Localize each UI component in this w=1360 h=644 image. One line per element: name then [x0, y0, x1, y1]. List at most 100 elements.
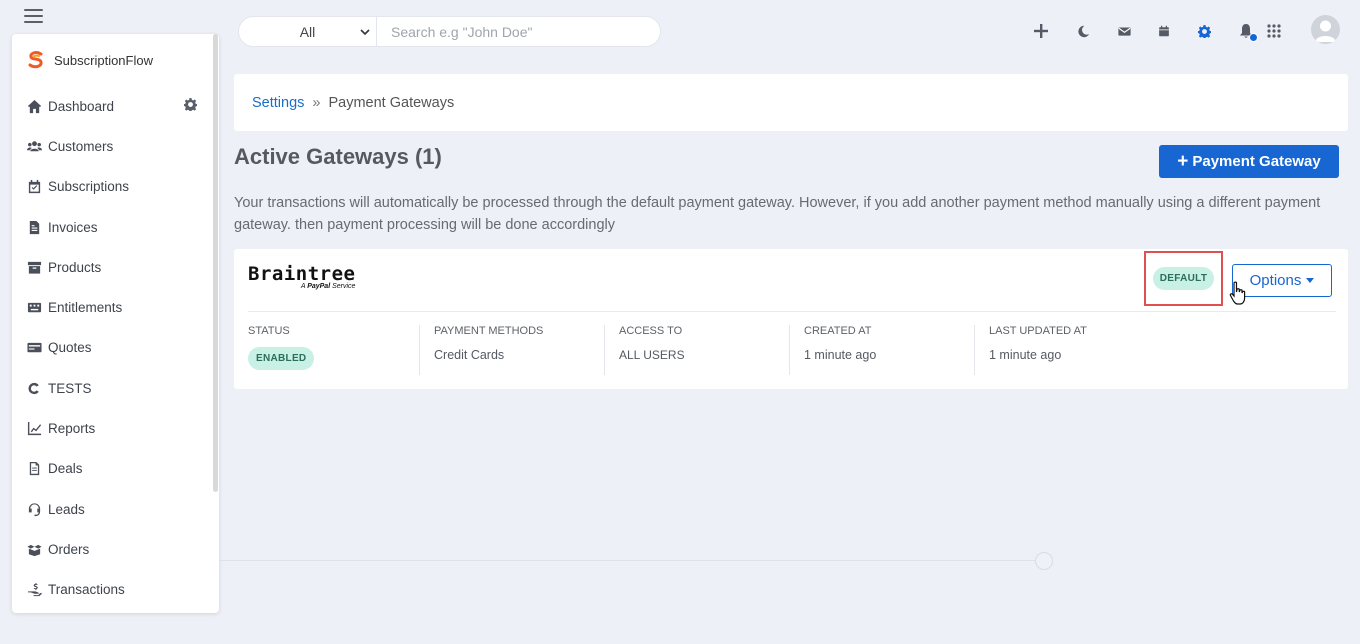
braintree-logo: Braintree A PayPal Service: [248, 263, 355, 290]
mail-icon[interactable]: [1115, 22, 1133, 40]
search-bar: All: [238, 16, 661, 47]
headset-icon: [26, 501, 42, 517]
status-label: STATUS: [248, 325, 290, 337]
sidebar-item-label: Reports: [48, 421, 96, 437]
sidebar-item-invoices[interactable]: Invoices: [12, 207, 219, 247]
avatar[interactable]: [1311, 15, 1340, 44]
background-divider: [219, 560, 1039, 561]
created-at-column: CREATED AT 1 minute ago: [789, 325, 974, 375]
breadcrumb-separator: »: [312, 94, 321, 111]
sidebar-item-label: Quotes: [48, 340, 92, 356]
sidebar-item-reports[interactable]: Reports: [12, 408, 219, 448]
hand-dollar-icon: [26, 582, 42, 598]
add-payment-gateway-button[interactable]: + Payment Gateway: [1159, 145, 1339, 178]
default-badge: DEFAULT: [1152, 267, 1215, 290]
breadcrumb: Settings » Payment Gateways: [234, 74, 1348, 131]
status-column: STATUS ENABLED: [234, 325, 419, 375]
sidebar-item-label: Subscriptions: [48, 179, 130, 195]
sidebar-item-dashboard[interactable]: Dashboard: [12, 86, 219, 126]
payment-methods-column: PAYMENT METHODS Credit Cards: [419, 325, 604, 375]
payment-methods-label: PAYMENT METHODS: [434, 325, 544, 337]
moon-icon[interactable]: [1074, 22, 1092, 40]
sidebar-item-entitlements[interactable]: Entitlements: [12, 287, 219, 327]
sidebar: SubscriptionFlow Dashboard Customers Sub…: [12, 34, 219, 613]
logo-tagline-suffix: Service: [332, 283, 356, 290]
top-toolbar: [1020, 15, 1360, 46]
sidebar-item-label: Orders: [48, 541, 90, 557]
invoice-icon: [26, 219, 42, 235]
add-payment-gateway-label: Payment Gateway: [1192, 153, 1321, 170]
last-updated-label: LAST UPDATED AT: [989, 325, 1087, 337]
calendar-icon[interactable]: [1155, 22, 1173, 40]
chart-line-icon: [26, 421, 42, 437]
chevron-down-icon: [360, 29, 370, 36]
sidebar-item-label: Leads: [48, 501, 85, 517]
search-scope-select[interactable]: All: [239, 17, 377, 46]
user-avatar-icon: [1315, 20, 1336, 42]
users-icon: [26, 138, 42, 154]
braintree-logo-name: Braintree: [248, 263, 356, 285]
home-icon: [26, 98, 42, 114]
sidebar-item-label: Products: [48, 259, 102, 275]
default-highlight-box: DEFAULT: [1144, 251, 1223, 306]
payment-methods-value: Credit Cards: [434, 348, 505, 362]
breadcrumb-settings-link[interactable]: Settings: [252, 95, 304, 111]
sidebar-item-label: Invoices: [48, 219, 98, 235]
sidebar-item-leads[interactable]: Leads: [12, 489, 219, 529]
sidebar-item-products[interactable]: Products: [12, 247, 219, 287]
bell-icon[interactable]: [1237, 22, 1258, 42]
options-label: Options: [1249, 272, 1302, 289]
sidebar-item-label: Dashboard: [48, 98, 115, 114]
sidebar-item-label: TESTS: [48, 380, 92, 396]
access-to-column: ACCESS TO ALL USERS: [604, 325, 789, 375]
keyboard-icon: [26, 300, 42, 316]
last-updated-column: LAST UPDATED AT 1 minute ago: [974, 325, 1159, 375]
access-to-label: ACCESS TO: [619, 325, 683, 337]
sidebar-item-deals[interactable]: Deals: [12, 449, 219, 489]
quote-card-icon: [26, 340, 42, 356]
sidebar-item-label: Customers: [48, 138, 114, 154]
background-knob: [1035, 552, 1053, 570]
gateway-card: Braintree A PayPal Service DEFAULT Optio…: [234, 249, 1348, 389]
caret-down-icon: [1306, 278, 1315, 283]
archive-icon: [26, 259, 42, 275]
page-description: Your transactions will automatically be …: [234, 195, 1321, 233]
last-updated-value: 1 minute ago: [989, 348, 1062, 362]
brand[interactable]: SubscriptionFlow: [12, 34, 219, 86]
breadcrumb-current: Payment Gateways: [328, 94, 455, 111]
file-icon: [26, 461, 42, 477]
plus-icon: +: [1177, 150, 1189, 172]
sidebar-item-transactions[interactable]: Transactions: [12, 570, 219, 610]
sidebar-item-subscriptions[interactable]: Subscriptions: [12, 167, 219, 207]
sidebar-item-tests[interactable]: TESTS: [12, 368, 219, 408]
gateway-divider: [248, 311, 1336, 312]
apps-grid-icon[interactable]: [1265, 22, 1283, 40]
gear-icon[interactable]: [184, 98, 197, 111]
search-input[interactable]: [377, 17, 660, 46]
hamburger-menu-icon[interactable]: [24, 9, 43, 23]
notification-dot: [1249, 33, 1258, 42]
sidebar-item-label: Transactions: [48, 582, 125, 598]
sidebar-item-label: Entitlements: [48, 300, 123, 316]
brand-name: SubscriptionFlow: [54, 52, 153, 68]
hand-cursor-icon: [1229, 281, 1246, 305]
created-at-value: 1 minute ago: [804, 348, 877, 362]
logo-tagline-prefix: A: [300, 283, 306, 290]
access-to-value: ALL USERS: [619, 348, 685, 362]
sidebar-item-label: Deals: [48, 461, 83, 477]
gateway-details: STATUS ENABLED PAYMENT METHODS Credit Ca…: [234, 325, 1348, 375]
plus-icon[interactable]: [1032, 22, 1050, 40]
boxes-icon: [26, 541, 42, 557]
sidebar-item-quotes[interactable]: Quotes: [12, 328, 219, 368]
search-scope-value: All: [299, 23, 316, 40]
page-title: Active Gateways (1): [234, 144, 442, 169]
sidebar-item-customers[interactable]: Customers: [12, 126, 219, 166]
sidebar-item-orders[interactable]: Orders: [12, 529, 219, 569]
logo-tagline-brand: PayPal: [307, 283, 331, 290]
c-logo-icon: [26, 380, 42, 396]
settings-gear-icon[interactable]: [1195, 22, 1213, 40]
subscriptionflow-logo-icon: [28, 51, 43, 69]
created-at-label: CREATED AT: [804, 325, 872, 337]
calendar-check-icon: [26, 179, 42, 195]
status-badge: ENABLED: [248, 347, 315, 370]
